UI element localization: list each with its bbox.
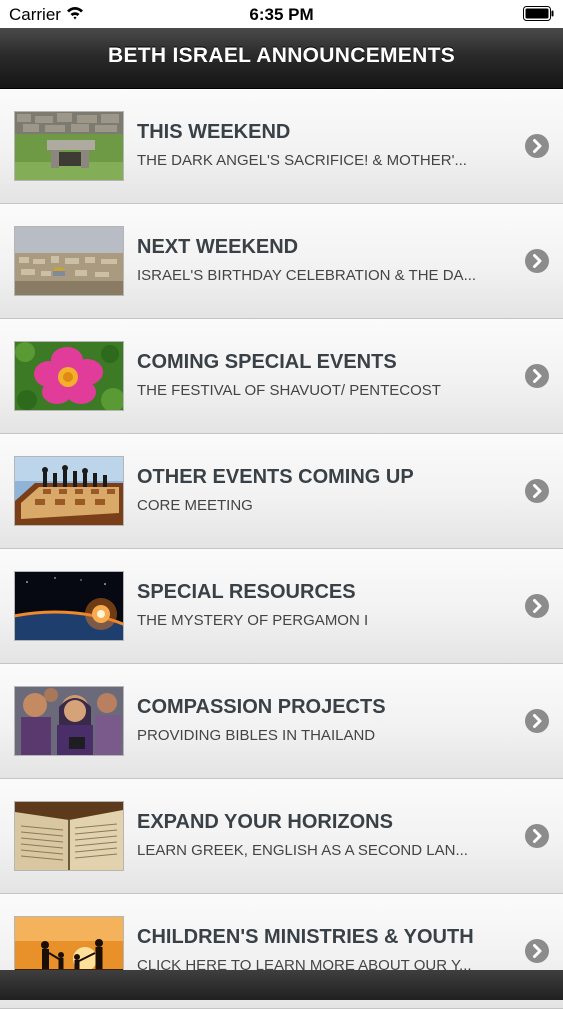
chevron-right-icon[interactable]	[525, 824, 549, 848]
item-subtitle: THE FESTIVAL OF SHAVUOT/ PENTECOST	[137, 382, 441, 399]
item-title: COMPASSION PROJECTS	[137, 696, 386, 718]
chevron-right-icon[interactable]	[525, 364, 549, 388]
item-title: NEXT WEEKEND	[137, 236, 299, 258]
item-subtitle: PROVIDING BIBLES IN THAILAND	[137, 727, 376, 744]
battery-icon	[523, 6, 554, 21]
item-title: THIS WEEKEND	[137, 121, 291, 143]
item-subtitle: THE MYSTERY OF PERGAMON I	[137, 612, 369, 629]
announcement-list: THIS WEEKEND THE DARK ANGEL'S SACRIFICE!…	[0, 89, 563, 1009]
item-subtitle: THE DARK ANGEL'S SACRIFICE! & MOTHER'...	[137, 152, 467, 169]
chevron-right-icon[interactable]	[525, 134, 549, 158]
chevron-right-icon[interactable]	[525, 939, 549, 963]
planet-sunrise-thumbnail	[14, 571, 124, 641]
jerusalem-skyline-thumbnail	[14, 226, 124, 296]
bottom-toolbar	[0, 970, 563, 1000]
pink-flower-thumbnail	[14, 341, 124, 411]
item-subtitle: LEARN GREEK, ENGLISH AS A SECOND LAN...	[137, 842, 468, 859]
item-title: OTHER EVENTS COMING UP	[137, 466, 414, 488]
list-item-expand-your-horizons[interactable]: EXPAND YOUR HORIZONS LEARN GREEK, ENGLIS…	[0, 779, 563, 894]
list-item-compassion-projects[interactable]: COMPASSION PROJECTS PROVIDING BIBLES IN …	[0, 664, 563, 779]
item-subtitle: ISRAEL'S BIRTHDAY CELEBRATION & THE DA..…	[137, 267, 477, 284]
item-title: COMING SPECIAL EVENTS	[137, 351, 397, 373]
chevron-right-icon[interactable]	[525, 594, 549, 618]
stone-wall-thumbnail	[14, 111, 124, 181]
open-book-thumbnail	[14, 801, 124, 871]
people-with-bibles-thumbnail	[14, 686, 124, 756]
chevron-right-icon[interactable]	[525, 479, 549, 503]
list-item-next-weekend[interactable]: NEXT WEEKEND ISRAEL'S BIRTHDAY CELEBRATI…	[0, 204, 563, 319]
page-title: BETH ISRAEL ANNOUNCEMENTS	[107, 44, 456, 67]
list-item-other-events[interactable]: OTHER EVENTS COMING UP CORE MEETING	[0, 434, 563, 549]
item-title: EXPAND YOUR HORIZONS	[137, 811, 393, 833]
list-item-this-weekend[interactable]: THIS WEEKEND THE DARK ANGEL'S SACRIFICE!…	[0, 89, 563, 204]
list-item-coming-special-events[interactable]: COMING SPECIAL EVENTS THE FESTIVAL OF SH…	[0, 319, 563, 434]
item-title: SPECIAL RESOURCES	[137, 581, 356, 603]
status-time: 6:35 PM	[249, 5, 314, 24]
chevron-right-icon[interactable]	[525, 249, 549, 273]
navigation-bar: BETH ISRAEL ANNOUNCEMENTS	[0, 28, 563, 89]
list-item-special-resources[interactable]: SPECIAL RESOURCES THE MYSTERY OF PERGAMO…	[0, 549, 563, 664]
item-title: CHILDREN'S MINISTRIES & YOUTH	[137, 926, 474, 948]
item-subtitle: CORE MEETING	[137, 497, 253, 514]
chevron-right-icon[interactable]	[525, 709, 549, 733]
status-bar: Carrier 6:35 PM	[0, 0, 563, 28]
chess-board-thumbnail	[14, 456, 124, 526]
